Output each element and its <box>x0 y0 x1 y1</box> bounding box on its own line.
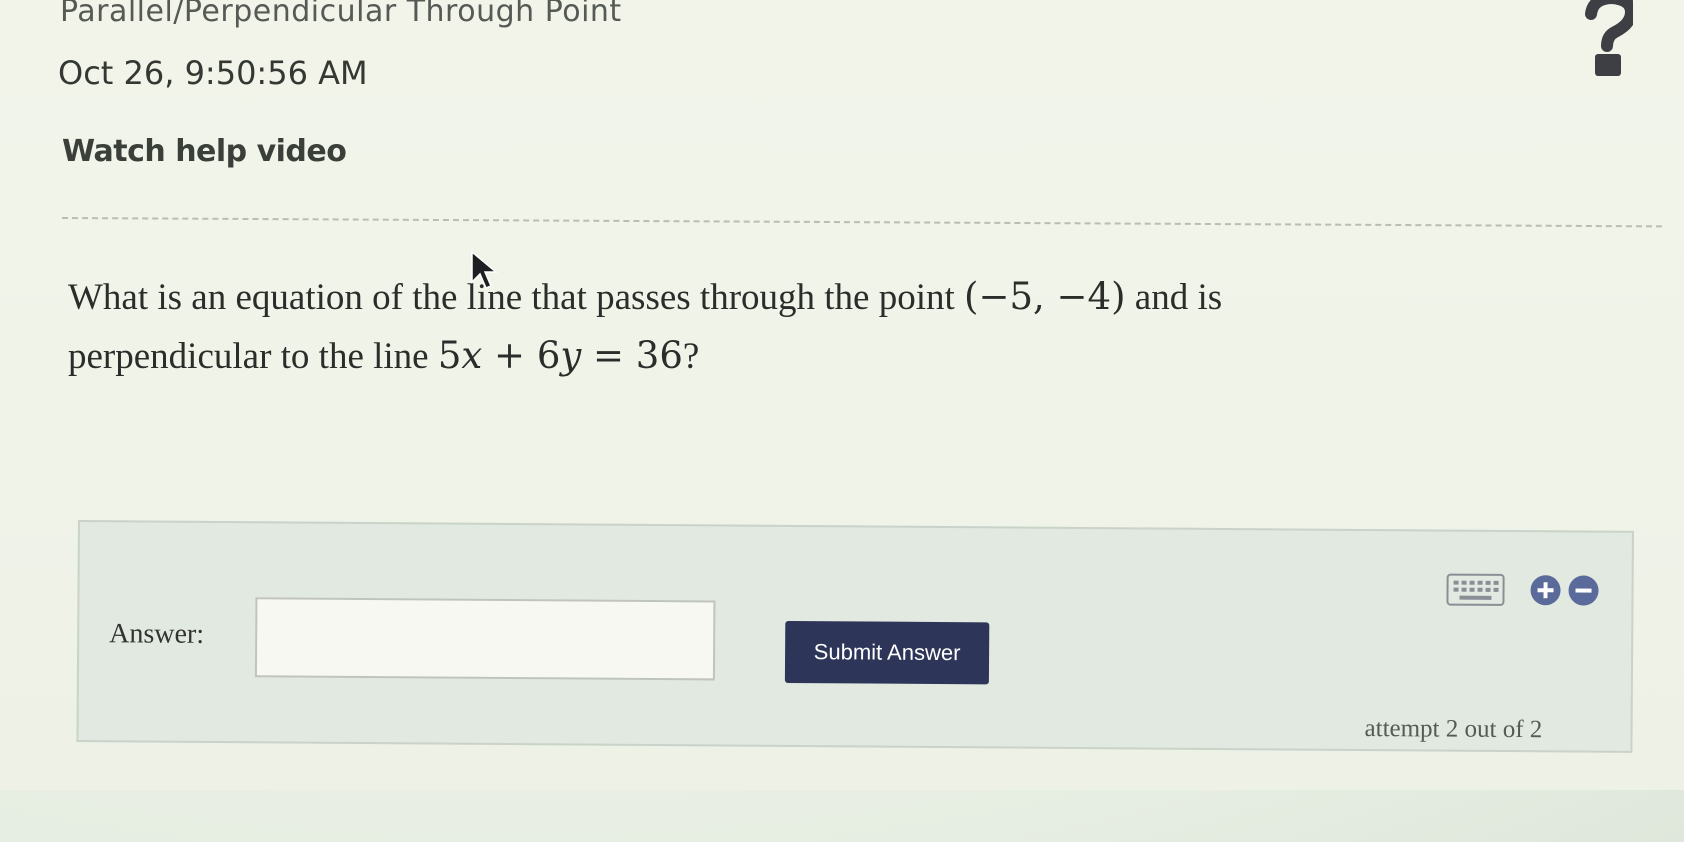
equation-var-x: x <box>461 334 483 377</box>
mouse-cursor-icon <box>471 250 499 289</box>
submit-answer-button[interactable]: Submit Answer <box>784 620 990 685</box>
answer-tools <box>1445 572 1599 609</box>
attempt-counter: attempt 2 out of 2 <box>1364 714 1543 744</box>
equation-var-y: y <box>560 334 582 377</box>
question-text: What is an equation of the line that pas… <box>68 268 1528 386</box>
question-line-2-suffix: ? <box>682 336 700 377</box>
point-coordinates: (−5, −4) <box>964 275 1126 318</box>
question-line-1: What is an equation of the line that pas… <box>68 268 1528 327</box>
timestamp: Oct 26, 9:50:56 AM <box>58 54 368 92</box>
equation-coef-1: 5 <box>437 334 462 377</box>
question-line-2-prefix: perpendicular to the line <box>68 336 438 377</box>
page-background: Parallel/Perpendicular Through Point Oct… <box>0 0 1684 842</box>
minus-circle-icon[interactable] <box>1567 574 1599 606</box>
answer-input[interactable] <box>254 597 716 681</box>
question-line-1-suffix: and is <box>1125 277 1223 318</box>
answer-label: Answer: <box>109 618 205 650</box>
equation-rhs: = 36 <box>581 334 683 377</box>
watch-help-video-link[interactable]: Watch help video <box>62 134 347 169</box>
topic-title: Parallel/Perpendicular Through Point <box>60 0 622 29</box>
question-card: Parallel/Perpendicular Through Point Oct… <box>0 0 1684 790</box>
equation-plus: + <box>482 334 537 377</box>
question-mark-icon[interactable] <box>1585 0 1633 80</box>
plus-circle-icon[interactable] <box>1529 574 1561 606</box>
answer-panel: Answer: Submit Answer attempt 2 out of 2 <box>76 520 1634 753</box>
keyboard-icon[interactable] <box>1445 573 1505 607</box>
section-divider <box>61 217 1662 228</box>
line-equation: 5x + 6y = 36 <box>438 334 683 377</box>
equation-coef-2: 6 <box>536 334 561 377</box>
question-line-2: perpendicular to the line 5x + 6y = 36? <box>68 327 1528 386</box>
question-line-1-prefix: What is an equation of the line that pas… <box>68 277 965 318</box>
